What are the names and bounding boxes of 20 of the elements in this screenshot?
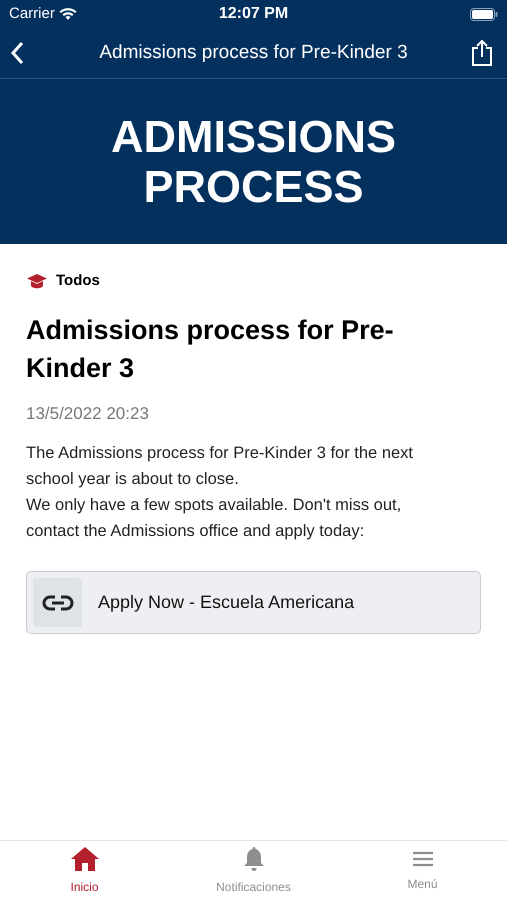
article-title: Admissions process for Pre-Kinder 3 [26, 314, 395, 384]
banner-heading: ADMISSIONS [110, 112, 396, 162]
share-icon [471, 39, 493, 67]
clock-time: 12:07 PM [218, 4, 290, 24]
home-icon [70, 846, 100, 872]
link-icon [33, 578, 82, 627]
battery-icon [470, 8, 498, 20]
carrier-label: Carrier [9, 4, 55, 24]
article-paragraph: We only have a few spots available. Don't miss out, contact the Admissions office and apply today: [26, 495, 402, 542]
wifi-icon [58, 8, 77, 20]
back-chevron-icon [10, 41, 24, 65]
bell-icon [242, 846, 264, 872]
article-date: 13/5/2022 20:23 [26, 402, 150, 424]
category-label: Todos [56, 271, 100, 291]
link-card[interactable]: Apply Now - Escuela Americana [26, 571, 481, 634]
graduation-cap-icon [26, 272, 48, 290]
nav-title: Admissions process for Pre-Kinder 3 [98, 40, 409, 65]
banner-heading: PROCESS [143, 162, 364, 212]
article-paragraph: The Admissions process for Pre-Kinder 3 for the next school year is about to close. [26, 443, 414, 490]
tab[interactable]: Inicio [0, 841, 169, 900]
